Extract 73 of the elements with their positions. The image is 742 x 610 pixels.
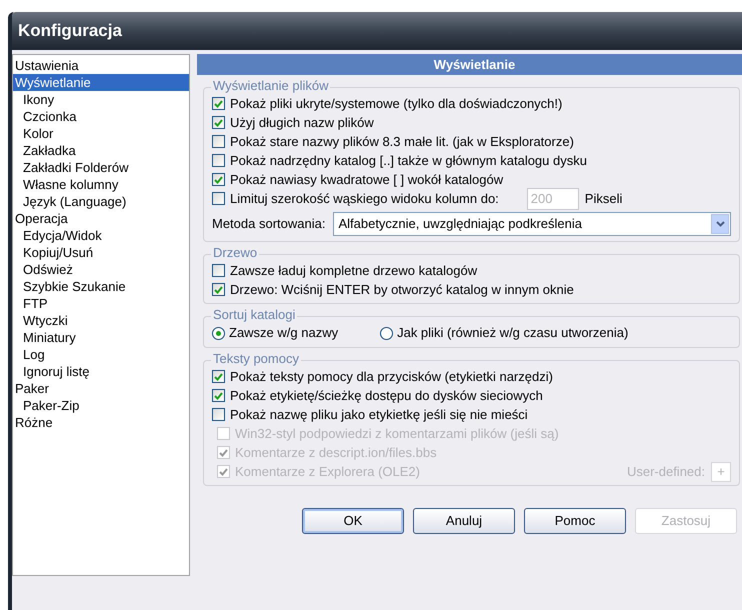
checkbox[interactable] (212, 389, 225, 402)
checkbox-label: Pokaż teksty pomocy dla przycisków (etykietki narzędzi) (230, 368, 553, 386)
checkbox[interactable] (212, 154, 225, 167)
dropdown-value: Alfabetycznie, uwzględniając podkreślenia (338, 215, 583, 234)
sidebar-item[interactable]: Operacja (13, 210, 189, 227)
sidebar-item[interactable]: Kolor (13, 125, 189, 142)
checkbox-label: Win32-styl podpowiedzi z komentarzami plików (jeśli są) (235, 424, 559, 443)
sidebar-item[interactable]: Czcionka (13, 108, 189, 125)
sidebar-item[interactable]: Miniatury (13, 329, 189, 346)
sidebar-item[interactable]: Szybkie Szukanie (13, 278, 189, 295)
checkbox[interactable] (212, 192, 225, 205)
checkbox[interactable] (212, 283, 225, 296)
checkbox-label: Pokaż nawiasy kwadratowe [ ] wokół katalogów (230, 170, 504, 189)
sidebar-item[interactable]: Wtyczki (13, 312, 189, 329)
checkbox[interactable] (212, 97, 225, 110)
checkbox-label: Użyj długich nazw plików (230, 114, 374, 132)
sidebar-item[interactable]: Odśwież (13, 261, 189, 278)
checkbox[interactable] (212, 173, 225, 186)
radio-button[interactable] (212, 326, 225, 340)
dialog-button[interactable]: Pomoc (524, 508, 626, 534)
sidebar-item[interactable]: Własne kolumny (13, 176, 189, 193)
checkmark-icon (214, 372, 223, 380)
sidebar-item[interactable]: Ikony (13, 91, 189, 108)
checkbox-label: Pokaż nadrzędny katalog [..] także w głównym katalogu dysku (230, 152, 587, 170)
checkmark-icon (219, 468, 228, 476)
dialog-button[interactable]: Anuluj (413, 508, 515, 534)
group-title: Wyświetlanie plików (211, 79, 330, 93)
checkbox-label: Komentarze z Explorera (OLE2) (235, 462, 420, 481)
checkmark-icon (214, 100, 223, 108)
sidebar-item[interactable]: Ignoruj listę (13, 363, 189, 380)
checkbox-label: Pokaż pliki ukryte/systemowe (tylko dla doświadczonych!) (230, 94, 562, 113)
group-title: Drzewo (211, 246, 260, 260)
checkmark-icon (219, 448, 228, 456)
sidebar-item[interactable]: FTP (13, 295, 189, 312)
checkbox[interactable] (212, 116, 225, 129)
sidebar-item[interactable]: Język (Language) (13, 193, 189, 210)
radio-button[interactable] (380, 326, 394, 340)
checkbox-label: Pokaż etykietę/ścieżkę dostępu do dysków sieciowych (230, 386, 543, 405)
sidebar-item[interactable]: Log (13, 346, 189, 363)
checkbox-label: Pokaż nazwę pliku jako etykietkę jeśli się nie mieści (230, 406, 528, 424)
group-title: Sortuj katalogi (211, 308, 298, 322)
sidebar-item[interactable]: Wyświetlanie (13, 74, 189, 91)
sidebar-item[interactable]: Różne (13, 414, 189, 431)
radio-label: Jak pliki (również w/g czasu utworzenia) (397, 324, 628, 342)
window-title: Konfiguracja (18, 20, 122, 42)
checkmark-icon (214, 176, 223, 184)
checkmark-icon (214, 118, 223, 126)
group-title: Teksty pomocy (211, 352, 301, 366)
panel-header: Wyświetlanie (197, 54, 742, 75)
radio-label: Zawsze w/g nazwy (229, 324, 338, 342)
checkbox-label: Drzewo: Wciśnij ENTER by otworzyć katalog w innym oknie (230, 280, 574, 299)
user-defined-label: User-defined: (626, 462, 705, 481)
sidebar-item[interactable]: Zakładka (13, 142, 189, 159)
sidebar-item[interactable]: Paker-Zip (13, 397, 189, 414)
sidebar-item[interactable]: Ustawienia (13, 57, 189, 74)
checkmark-icon (214, 286, 223, 294)
checkmark-icon (214, 392, 223, 400)
sort-method-label: Metoda sortowania: (212, 215, 326, 234)
sidebar-item[interactable]: Zakładki Folderów (13, 159, 189, 176)
checkbox-label: Komentarze z descript.ion/files.bbs (235, 444, 437, 462)
unit-label: Pikseli (584, 190, 622, 208)
sidebar-item[interactable]: Edycja/Widok (13, 227, 189, 244)
checkbox-label: Pokaż stare nazwy plików 8.3 małe lit. (jak w Eksploratorze) (230, 132, 574, 151)
dialog-button[interactable]: OK (302, 508, 404, 534)
checkbox-label: Zawsze ładuj kompletne drzewo katalogów (230, 262, 478, 280)
sidebar-item[interactable]: Kopiuj/Usuń (13, 244, 189, 261)
sidebar-item[interactable]: Paker (13, 380, 189, 397)
sort-method-dropdown[interactable]: Alfabetycznie, uwzględniając podkreślenia (333, 212, 731, 236)
checkbox[interactable] (212, 370, 225, 383)
checkbox[interactable] (212, 264, 225, 277)
checkbox-label: Limituj szerokość wąskiego widoku kolumn do: (230, 190, 499, 208)
checkbox[interactable] (212, 135, 225, 148)
checkbox[interactable] (212, 408, 225, 421)
